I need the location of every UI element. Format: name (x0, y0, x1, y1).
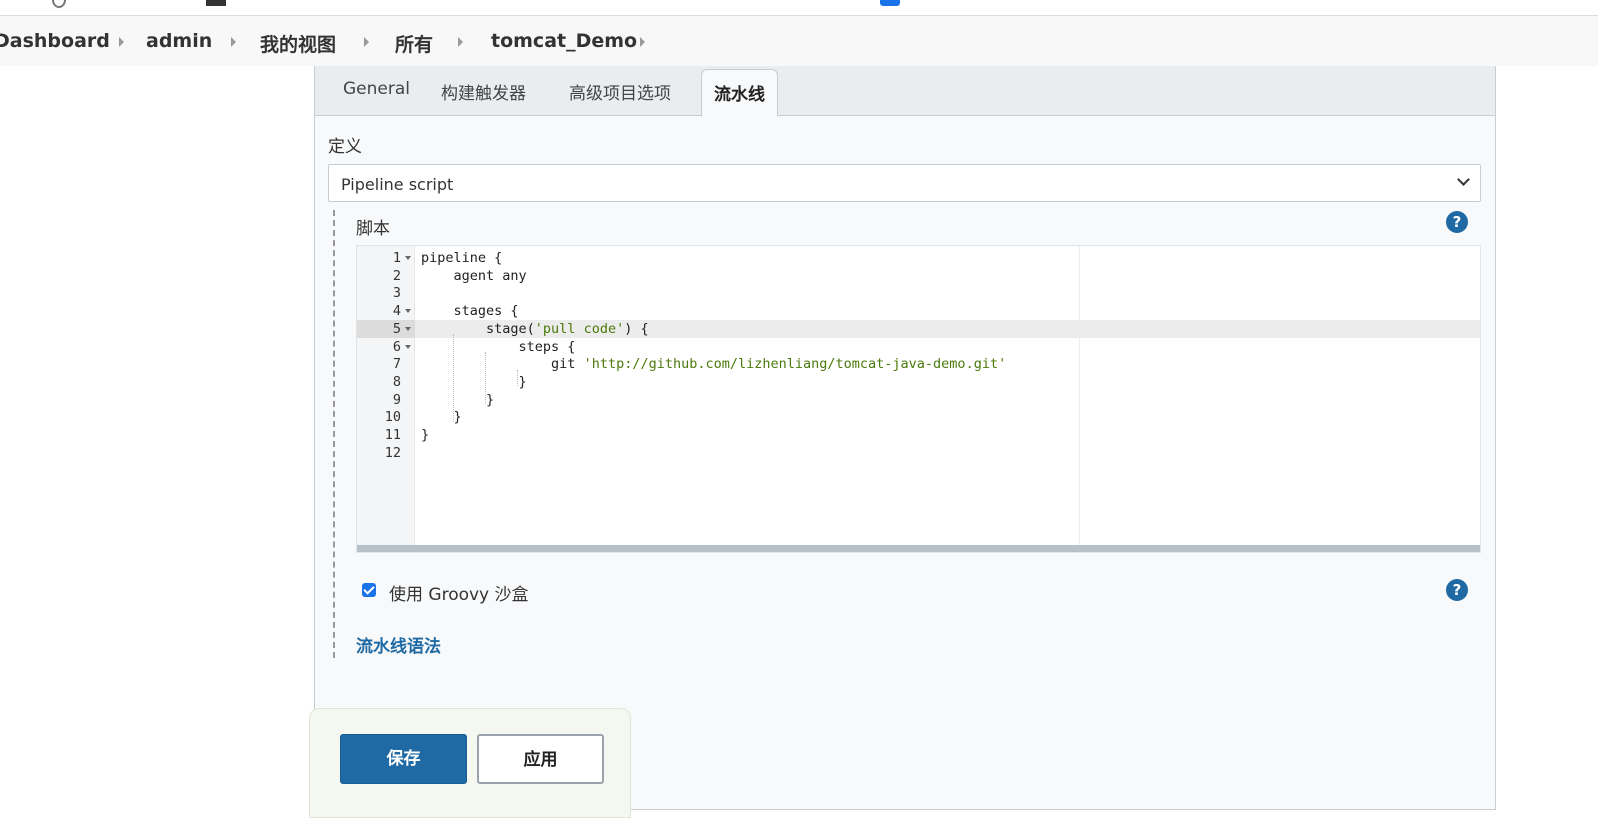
fold-arrow-icon[interactable] (405, 344, 411, 349)
section-indent-guide (333, 210, 335, 658)
apply-button[interactable]: 应用 (477, 734, 604, 784)
script-editor[interactable]: 1 pipeline {2 agent any 3 4 stages {5 stage… (356, 245, 1481, 553)
config-tabbar: General 构建触发器 高级项目选项 流水线 (315, 66, 1495, 117)
line-number: 12 (384, 444, 401, 461)
indent-guide (517, 370, 518, 386)
code-string-token: 'http://github.com/lizhenliang/tomcat-ja… (583, 356, 1007, 373)
line-number: 6 (392, 338, 401, 355)
code-text: } (421, 373, 527, 390)
tab-advanced-options[interactable]: 高级项目选项 (569, 79, 671, 104)
line-number: 4 (392, 303, 401, 320)
fold-arrow-icon[interactable] (405, 256, 411, 260)
help-icon[interactable]: ? (1446, 211, 1468, 233)
definition-selected-value: Pipeline script (341, 175, 454, 194)
editor-horizontal-scrollbar[interactable] (357, 545, 1480, 552)
code-string-token: 'pull code' (534, 320, 625, 337)
code-text: steps { (421, 338, 576, 355)
breadcrumb-item-dashboard[interactable]: Dashboard (0, 30, 110, 52)
tab-pipeline[interactable]: 流水线 (701, 69, 778, 117)
breadcrumb-chevron-icon[interactable] (119, 37, 124, 47)
pipeline-syntax-link[interactable]: 流水线语法 (356, 632, 441, 657)
bookmark-icon[interactable] (206, 0, 226, 6)
browser-bookmarks-strip (0, 0, 1598, 16)
breadcrumb-chevron-icon[interactable] (458, 37, 463, 47)
code-line[interactable]: 8 } (357, 373, 1480, 391)
help-icon[interactable]: ? (1446, 579, 1468, 601)
bookmark-icon[interactable] (880, 0, 900, 6)
breadcrumb-item-admin[interactable]: admin (146, 30, 212, 52)
line-number: 9 (392, 391, 401, 408)
breadcrumb: Dashboard admin 我的视图 所有 tomcat_Demo (0, 16, 1598, 66)
code-token: git (421, 356, 584, 373)
code-text: } (421, 427, 430, 443)
code-token: stage( (421, 320, 535, 337)
line-number: 7 (392, 356, 401, 373)
indent-guide (485, 352, 486, 404)
job-config-panel: General 构建触发器 高级项目选项 流水线 定义 Pipeline scr… (314, 66, 1496, 810)
code-text: agent any (421, 267, 527, 284)
breadcrumb-item-job[interactable]: tomcat_Demo (491, 30, 637, 52)
save-button[interactable]: 保存 (340, 734, 467, 784)
code-line[interactable]: 3 (357, 284, 1480, 302)
line-number: 3 (392, 285, 401, 302)
line-number: 2 (392, 267, 401, 284)
code-line[interactable]: 1 pipeline { (357, 249, 1480, 267)
code-text: git 'http://github.com/lizhenliang/tomca… (421, 355, 1006, 373)
breadcrumb-item-all[interactable]: 所有 (395, 30, 433, 57)
code-line[interactable]: 2 agent any (357, 267, 1480, 285)
indent-guide (453, 334, 454, 422)
code-line[interactable]: 9 } (357, 391, 1480, 409)
line-number: 8 (392, 373, 401, 390)
code-text: } (421, 391, 495, 408)
code-line[interactable]: 11} (357, 426, 1480, 444)
line-number: 10 (384, 409, 401, 426)
code-line[interactable]: 5 stage('pull code') { (357, 319, 1480, 338)
groovy-sandbox-checkbox[interactable] (362, 583, 376, 597)
code-text: stages { (421, 303, 519, 320)
code-line[interactable]: 12 (357, 444, 1480, 462)
breadcrumb-chevron-icon[interactable] (231, 37, 236, 47)
definition-label: 定义 (328, 137, 362, 157)
script-label: 脚本 (356, 219, 390, 239)
definition-select[interactable]: Pipeline script (328, 164, 1481, 202)
fold-arrow-icon[interactable] (405, 326, 411, 331)
code-line[interactable]: 10 } (357, 408, 1480, 426)
bookmark-icon[interactable] (52, 0, 66, 8)
line-number: 1 (392, 250, 401, 266)
code-line[interactable]: 6 steps { (357, 338, 1480, 356)
breadcrumb-chevron-icon[interactable] (364, 37, 369, 47)
tab-build-triggers[interactable]: 构建触发器 (441, 79, 526, 104)
code-token: ) { (624, 320, 649, 337)
tab-general[interactable]: General (343, 79, 410, 99)
breadcrumb-item-my-views[interactable]: 我的视图 (260, 30, 336, 57)
code-line[interactable]: 7 git 'http://github.com/lizhenliang/tom… (357, 355, 1480, 373)
form-action-bar: 保存 应用 (309, 708, 631, 818)
code-text: pipeline { (421, 250, 503, 266)
chevron-down-icon (1457, 173, 1470, 186)
breadcrumb-chevron-icon[interactable] (640, 37, 645, 47)
line-number: 11 (384, 427, 401, 443)
fold-arrow-icon[interactable] (405, 309, 411, 314)
code-text: stage('pull code') { (421, 320, 649, 338)
groovy-sandbox-label[interactable]: 使用 Groovy 沙盒 (389, 580, 529, 605)
code-text: } (421, 409, 462, 426)
code-line[interactable]: 4 stages { (357, 302, 1480, 320)
